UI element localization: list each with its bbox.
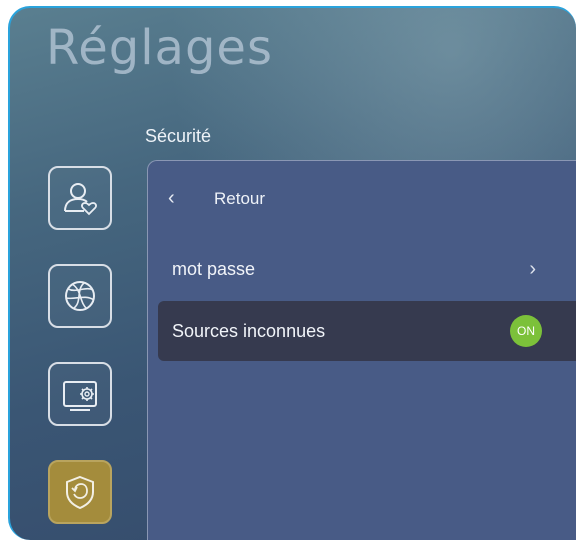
screen: Réglages Sécurité ‹ Retour mot passe › S… bbox=[8, 6, 576, 540]
back-label: Retour bbox=[214, 188, 266, 208]
back-button[interactable]: ‹ Retour bbox=[168, 187, 265, 210]
unknown-sources-toggle[interactable]: ON bbox=[510, 315, 542, 347]
nav-network-button[interactable] bbox=[48, 264, 112, 328]
section-title: Sécurité bbox=[145, 126, 212, 146]
chevron-right-icon: › bbox=[529, 257, 536, 280]
nav-security-button[interactable] bbox=[48, 460, 112, 524]
password-row[interactable]: mot passe › bbox=[158, 239, 576, 299]
nav-display-button[interactable] bbox=[48, 362, 112, 426]
unknown-sources-row[interactable]: Sources inconnues ON bbox=[158, 301, 576, 361]
display-settings-icon bbox=[63, 381, 97, 411]
network-globe-icon bbox=[65, 281, 95, 311]
security-shield-icon bbox=[66, 475, 94, 510]
page-title: Réglages bbox=[46, 20, 273, 76]
user-icon bbox=[64, 183, 97, 216]
nav-user-button[interactable] bbox=[48, 166, 112, 230]
password-label: mot passe bbox=[172, 258, 256, 279]
chevron-left-icon: ‹ bbox=[168, 187, 175, 209]
security-panel: ‹ Retour mot passe › Sources inconnues O… bbox=[147, 160, 576, 540]
unknown-sources-label: Sources inconnues bbox=[172, 320, 326, 341]
